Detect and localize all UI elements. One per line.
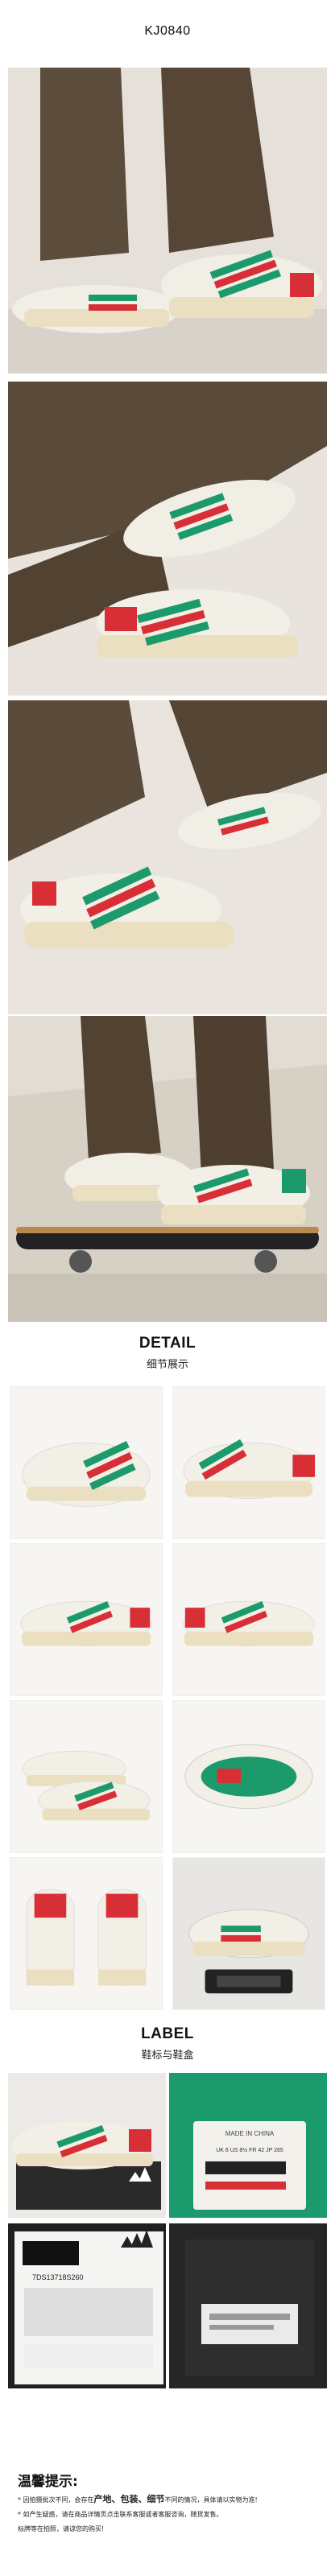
detail-thumb-6 xyxy=(172,1700,325,1853)
tips-line-2: * 如产生疑惑，请在商品详情页点击联系客服或者客服咨询，随货发售。 xyxy=(18,2511,223,2518)
label-title-en: LABEL xyxy=(141,2025,194,2042)
product-code: KJ0840 xyxy=(144,24,191,38)
detail-title-en: DETAIL xyxy=(139,1335,196,1352)
box-code-label: 7DS13718S260 xyxy=(32,2273,84,2281)
tips-block: 温馨提示: * 因拍摄批次不同，会存在产地、包装、细节不同的情况，具体请以实物为… xyxy=(18,2470,317,2534)
label-photo-tongue-tag: MADE IN CHINA UK 8 US 8½ FR 42 JP 265 xyxy=(169,2073,327,2218)
label-photo-box-sticker: 7DS13718S260 xyxy=(8,2223,166,2388)
detail-thumb-7 xyxy=(10,1857,163,2010)
made-in-label: MADE IN CHINA xyxy=(225,2130,275,2137)
detail-thumb-3 xyxy=(10,1543,163,1696)
label-section-header: LABEL 鞋标与鞋盒 xyxy=(0,2025,335,2062)
lifestyle-photo-1 xyxy=(8,68,327,374)
tips-line-3: 标牌等在拍照，请谅您的购买! xyxy=(18,2525,105,2533)
tips-line-1: * 因拍摄批次不同，会存在产地、包装、细节不同的情况，具体请以实物为准! xyxy=(18,2495,317,2505)
size-label: UK 8 US 8½ FR 42 JP 265 xyxy=(216,2147,283,2153)
tips-bold-detail: 细节 xyxy=(147,2494,165,2504)
tips-line-1-pre: * 因拍摄批次不同，会存在 xyxy=(18,2496,94,2504)
lifestyle-photo-2 xyxy=(8,382,327,696)
label-photo-shoe-on-box xyxy=(8,2073,166,2218)
detail-title-cn: 细节展示 xyxy=(146,1359,188,1371)
lifestyle-photo-3 xyxy=(8,700,327,1014)
label-photo-box-side xyxy=(169,2223,327,2388)
lifestyle-photo-4 xyxy=(8,1016,327,1322)
detail-thumb-5 xyxy=(10,1700,163,1853)
detail-thumb-8 xyxy=(172,1857,325,2010)
detail-thumb-2 xyxy=(172,1386,325,1539)
label-title-cn: 鞋标与鞋盒 xyxy=(141,2050,194,2062)
tips-bold-package: 包装、 xyxy=(120,2494,147,2504)
detail-thumb-4 xyxy=(172,1543,325,1696)
detail-section-header: DETAIL 细节展示 xyxy=(0,1335,335,1371)
tips-line-1-post: 不同的情况，具体请以实物为准! xyxy=(164,2496,258,2504)
tips-bold-origin: 产地、 xyxy=(93,2494,121,2504)
product-detail-page: KJ0840 DETAIL 细节展示 LABEL 鞋标与鞋盒 MADE IN C… xyxy=(0,0,335,2576)
detail-thumb-1 xyxy=(10,1386,163,1539)
tips-title: 温馨提示: xyxy=(18,2474,78,2490)
